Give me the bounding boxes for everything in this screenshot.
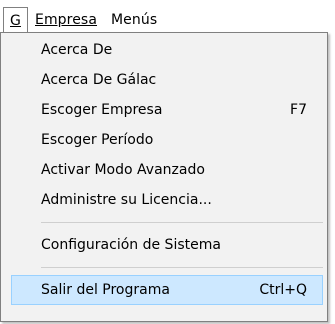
menu-item-label: Acerca De Gálac xyxy=(41,72,157,88)
menu-item-label: Configuración de Sistema xyxy=(41,237,221,253)
menu-item-label: Administre su Licencia... xyxy=(41,192,212,208)
menu-item-label: Salir del Programa xyxy=(41,282,170,298)
menu-item-salir-programa[interactable]: Salir del Programa Ctrl+Q xyxy=(11,275,323,305)
menu-item-label: Acerca De xyxy=(41,42,113,58)
menu-item-administre-licencia[interactable]: Administre su Licencia... xyxy=(11,185,323,215)
menu-separator xyxy=(41,267,323,268)
menu-item-activar-modo-avanzado[interactable]: Activar Modo Avanzado xyxy=(11,155,323,185)
application-window: G Empresa Menús Acerca De Acerca De Gála… xyxy=(0,0,335,324)
menu-g-label: G xyxy=(10,13,21,29)
menu-item-escoger-periodo[interactable]: Escoger Período xyxy=(11,125,323,155)
menu-menus-label: Menús xyxy=(111,12,158,28)
dropdown-menu: Acerca De Acerca De Gálac Escoger Empres… xyxy=(0,32,328,322)
menu-g[interactable]: G xyxy=(3,7,28,33)
menu-item-shortcut: Ctrl+Q xyxy=(259,282,307,298)
menu-item-acerca-de[interactable]: Acerca De xyxy=(11,35,323,65)
menu-bar: G Empresa Menús xyxy=(0,0,335,33)
menu-item-escoger-empresa[interactable]: Escoger Empresa F7 xyxy=(11,95,323,125)
menu-item-label: Activar Modo Avanzado xyxy=(41,162,205,178)
menu-item-label: Escoger Empresa xyxy=(41,102,163,118)
menu-empresa[interactable]: Empresa xyxy=(29,7,103,33)
menu-item-acerca-de-galac[interactable]: Acerca De Gálac xyxy=(11,65,323,95)
menu-empresa-label: Empresa xyxy=(35,12,97,28)
menu-item-label: Escoger Período xyxy=(41,132,154,148)
menu-separator xyxy=(41,222,323,223)
menu-empresa-label-first: Empresa xyxy=(35,12,98,28)
menu-menus[interactable]: Menús xyxy=(105,7,163,33)
menu-item-configuracion-sistema[interactable]: Configuración de Sistema xyxy=(11,230,323,260)
menu-item-shortcut: F7 xyxy=(290,102,307,118)
